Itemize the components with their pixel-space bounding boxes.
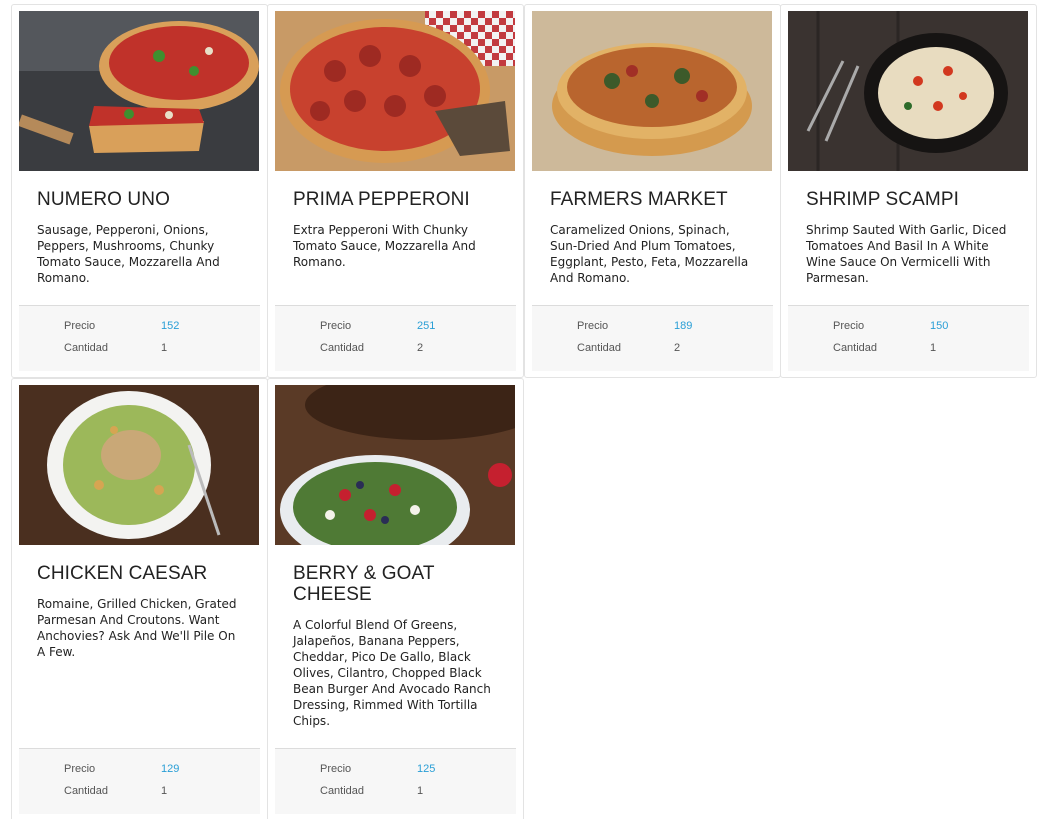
price-label: Precio xyxy=(64,320,96,332)
quantity-label: Cantidad xyxy=(577,342,622,354)
quantity-label: Cantidad xyxy=(833,342,878,354)
product-card[interactable]: PRIMA PEPPERONI Extra Pepperoni With Chu… xyxy=(267,4,524,378)
product-description: A Colorful Blend Of Greens, Jalapeños, B… xyxy=(293,618,491,728)
quantity-value: 1 xyxy=(161,785,168,797)
product-title: SHRIMP SCAMPI xyxy=(806,189,959,210)
quantity-label: Cantidad xyxy=(64,785,109,797)
quantity-label: Cantidad xyxy=(320,785,365,797)
quantity-label: Cantidad xyxy=(320,342,365,354)
price-label: Precio xyxy=(320,320,352,332)
price-value: 125 xyxy=(417,763,436,775)
product-meta: Precio 189 Cantidad 2 xyxy=(532,305,773,371)
product-card[interactable]: FARMERS MARKET Caramelized Onions, Spina… xyxy=(524,4,781,378)
product-description: Romaine, Grilled Chicken, Grated Parmesa… xyxy=(37,597,237,659)
price-value: 251 xyxy=(417,320,436,332)
price-label: Precio xyxy=(64,763,96,775)
quantity-value: 1 xyxy=(161,342,168,354)
quantity-value: 2 xyxy=(417,342,424,354)
product-meta: Precio 150 Cantidad 1 xyxy=(788,305,1029,371)
quantity-value: 1 xyxy=(930,342,937,354)
price-value: 129 xyxy=(161,763,180,775)
product-title: PRIMA PEPPERONI xyxy=(293,189,470,210)
caesar-salad-image xyxy=(19,385,259,545)
product-card[interactable]: CHICKEN CAESAR Romaine, Grilled Chicken,… xyxy=(11,378,268,819)
price-value: 189 xyxy=(674,320,693,332)
berry-salad-image xyxy=(275,385,515,545)
quantity-value: 2 xyxy=(674,342,681,354)
price-label: Precio xyxy=(320,763,352,775)
quantity-label: Cantidad xyxy=(64,342,109,354)
product-meta: Precio 129 Cantidad 1 xyxy=(19,748,260,814)
product-description: Extra Pepperoni With Chunky Tomato Sauce… xyxy=(293,223,476,269)
product-card[interactable]: NUMERO UNO Sausage, Pepperoni, Onions, P… xyxy=(11,4,268,378)
product-meta: Precio 125 Cantidad 1 xyxy=(275,748,516,814)
product-title: CHICKEN CAESAR xyxy=(37,563,208,584)
product-card[interactable]: BERRY & GOAT CHEESE A Colorful Blend Of … xyxy=(267,378,524,819)
product-description: Shrimp Sauted With Garlic, Diced Tomatoe… xyxy=(806,223,1007,285)
product-description: Sausage, Pepperoni, Onions, Peppers, Mus… xyxy=(37,223,220,285)
quantity-value: 1 xyxy=(417,785,424,797)
product-title: BERRY & GOAT CHEESE xyxy=(293,563,435,605)
product-title: FARMERS MARKET xyxy=(550,189,728,210)
price-label: Precio xyxy=(577,320,609,332)
pepperoni-pizza-image xyxy=(275,11,515,171)
product-grid: NUMERO UNO Sausage, Pepperoni, Onions, P… xyxy=(0,0,1040,819)
veggie-pizza-image xyxy=(532,11,772,171)
product-meta: Precio 251 Cantidad 2 xyxy=(275,305,516,371)
shrimp-pasta-image xyxy=(788,11,1028,171)
product-title: NUMERO UNO xyxy=(37,189,170,210)
price-value: 150 xyxy=(930,320,949,332)
product-card[interactable]: SHRIMP SCAMPI Shrimp Sauted With Garlic,… xyxy=(780,4,1037,378)
price-label: Precio xyxy=(833,320,865,332)
product-meta: Precio 152 Cantidad 1 xyxy=(19,305,260,371)
price-value: 152 xyxy=(161,320,180,332)
product-description: Caramelized Onions, Spinach, Sun-Dried A… xyxy=(550,223,749,285)
deep-dish-pizza-image xyxy=(19,11,259,171)
